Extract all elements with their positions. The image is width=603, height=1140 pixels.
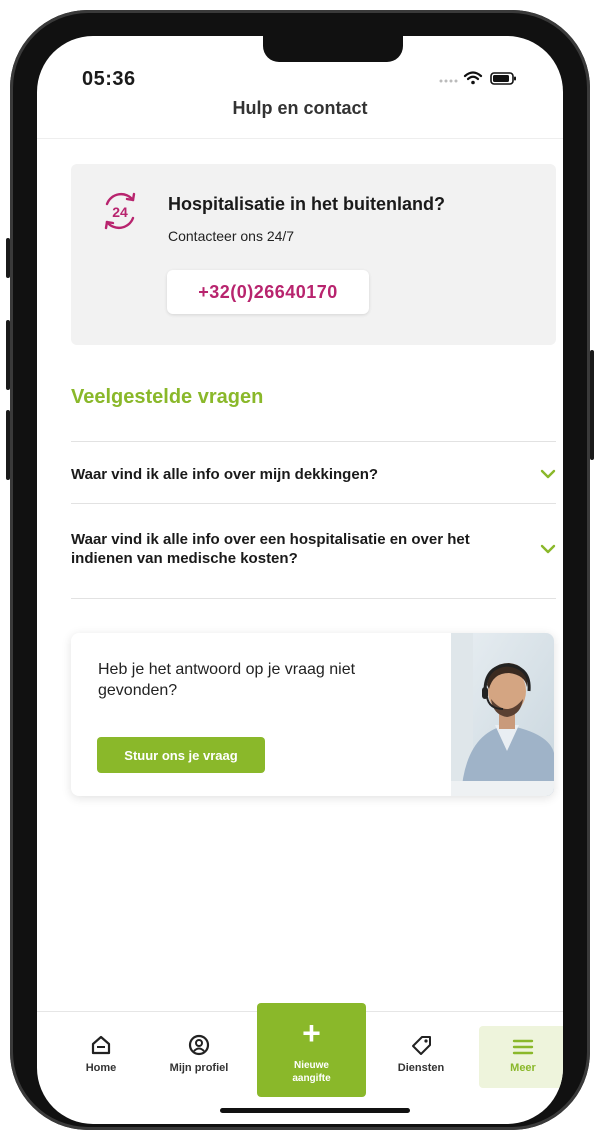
new-claim-button[interactable]: + Nieuwe aangifte (257, 1003, 366, 1097)
faq-divider (71, 441, 556, 442)
wifi-dot-icon (471, 80, 475, 85)
faq-item-hospitalisatie[interactable]: Waar vind ik alle info over een hospital… (71, 526, 556, 572)
ask-question-text: Heb je het antwoord op je vraag niet gev… (98, 661, 356, 699)
chevron-down-icon (540, 469, 556, 479)
new-claim-label-line2: aangifte (292, 1073, 331, 1084)
menu-icon (512, 1039, 534, 1055)
send-question-button[interactable]: Stuur ons je vraag (97, 737, 265, 773)
home-icon (91, 1035, 111, 1055)
volume-down-button (6, 410, 10, 480)
screen: 05:36 Hulp en contact 24 Hospitalisatie … (37, 36, 563, 1124)
nav-home-label: Home (85, 1062, 117, 1074)
signal-dots-icon (439, 79, 458, 83)
profile-icon (188, 1034, 210, 1056)
nav-services-label: Diensten (397, 1062, 445, 1074)
faq-item-dekkingen[interactable]: Waar vind ik alle info over mijn dekking… (71, 455, 556, 493)
plus-icon: + (302, 1015, 321, 1051)
emergency-subtitle: Contacteer ons 24/7 (168, 228, 295, 244)
faq-divider (71, 598, 556, 599)
new-claim-label-line1: Nieuwe (293, 1060, 329, 1071)
volume-up-button (6, 320, 10, 390)
header-divider (37, 138, 563, 139)
nav-more[interactable]: Meer (479, 1026, 563, 1088)
faq-question: Waar vind ik alle info over een hospital… (71, 531, 470, 567)
tag-icon (412, 1036, 431, 1055)
faq-divider (71, 503, 556, 504)
nav-profile[interactable]: Mijn profiel (159, 1026, 239, 1074)
nav-home[interactable]: Home (61, 1026, 141, 1074)
page-title: Hulp en contact (232, 98, 368, 118)
call-phone-button[interactable]: +32(0)26640170 (167, 270, 369, 314)
mute-switch (6, 238, 10, 278)
phone-frame: 05:36 Hulp en contact 24 Hospitalisatie … (6, 10, 594, 1130)
ask-question-card: Heb je het antwoord op je vraag niet gev… (71, 633, 554, 796)
faq-question: Waar vind ik alle info over mijn dekking… (71, 465, 379, 483)
wifi-icon (463, 71, 483, 81)
nav-services[interactable]: Diensten (381, 1026, 461, 1074)
emergency-contact-card: 24 Hospitalisatie in het buitenland? Con… (71, 164, 556, 345)
battery-icon (490, 72, 516, 85)
status-icons (439, 71, 516, 85)
faq-heading: Veelgestelde vragen (71, 386, 264, 408)
status-bar: 05:36 (37, 36, 563, 96)
support-agent-photo (451, 633, 554, 796)
nav-more-label: Meer (510, 1062, 536, 1074)
svg-text:24: 24 (112, 204, 128, 220)
status-time: 05:36 (82, 68, 136, 90)
chevron-down-icon (540, 544, 556, 554)
emergency-title: Hospitalisatie in het buitenland? (168, 194, 446, 214)
nav-profile-label: Mijn profiel (169, 1062, 229, 1074)
24h-clock-icon: 24 (104, 192, 136, 230)
power-button (590, 350, 594, 460)
home-indicator (220, 1108, 410, 1113)
